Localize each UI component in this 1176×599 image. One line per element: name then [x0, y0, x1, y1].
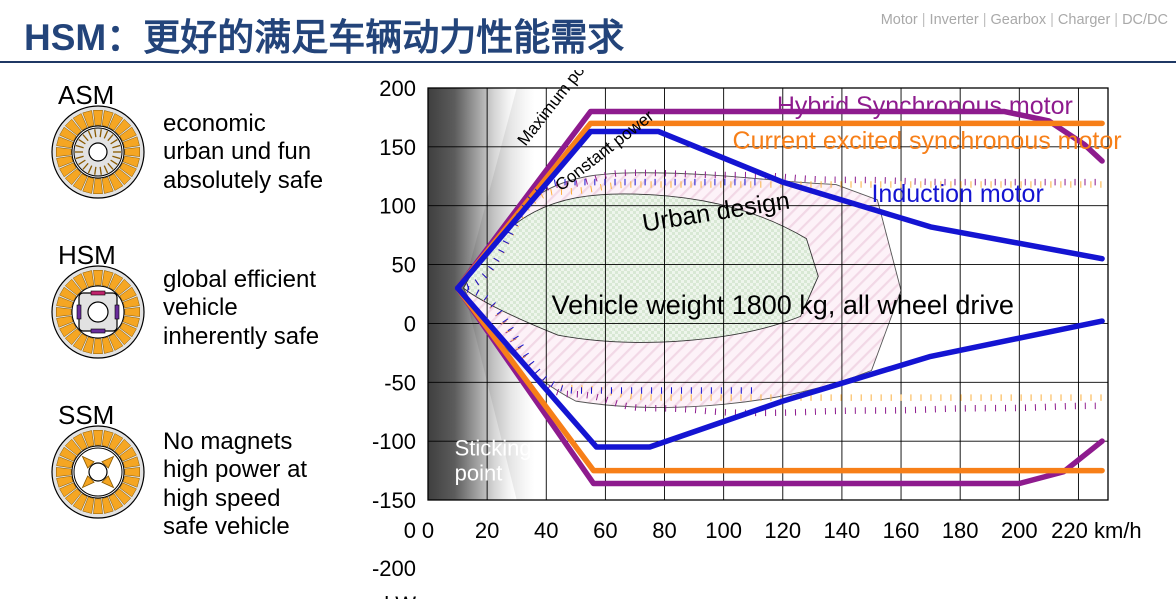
breadcrumb-item-dcdc[interactable]: DC/DC [1122, 12, 1168, 28]
legend-induction-motor[interactable]: Induction motor [871, 180, 1043, 208]
y-tick-0: 0 [404, 311, 416, 336]
breadcrumb-separator: | [921, 12, 926, 28]
breadcrumb-separator: | [1050, 12, 1054, 28]
axis-extra-label-1: -200 [372, 556, 416, 581]
y-tick-150: 150 [379, 135, 416, 160]
y-tick--50: -50 [384, 370, 416, 395]
asm-motor-icon [48, 102, 148, 202]
y-tick-200: 200 [379, 76, 416, 101]
x-tick-0: 0 [422, 518, 434, 543]
y-tick-100: 100 [379, 194, 416, 219]
legend-current-excited-synchronous-motor[interactable]: Current excited synchronous motor [733, 127, 1122, 155]
x-tick-120: 120 [764, 518, 801, 543]
breadcrumb-item-inverter[interactable]: Inverter [930, 12, 979, 28]
breadcrumb-item-gearbox[interactable]: Gearbox [991, 12, 1047, 28]
motor-description-ssm: No magnets high power at high speed safe… [163, 428, 308, 540]
x-tick-20: 20 [475, 518, 499, 543]
breadcrumb: Motor | Inverter | Gearbox | Charger | DC/DC [881, 12, 1168, 28]
x-tick-40: 40 [534, 518, 558, 543]
hsm-motor-icon [48, 262, 148, 362]
header-divider [0, 61, 1176, 63]
breadcrumb-separator: | [1114, 12, 1119, 28]
page-title: HSM：更好的满足车辆动力性能需求 [24, 17, 625, 58]
x-tick-100: 100 [705, 518, 742, 543]
breadcrumb-separator: | [982, 12, 987, 28]
axis-extra-label-0: 0 [404, 518, 416, 543]
x-tick-160: 160 [883, 518, 920, 543]
y-tick-50: 50 [392, 253, 416, 278]
x-tick-200: 200 [1001, 518, 1038, 543]
x-tick-60: 60 [593, 518, 617, 543]
motor-description-asm: economic urban und fun absolutely safe [163, 110, 324, 194]
legend-hybrid-synchronous-motor[interactable]: Hybrid Synchronous motor [777, 92, 1073, 120]
x-tick-220: 220 km/h [1051, 518, 1142, 543]
ssm-motor-icon [48, 422, 148, 522]
slide-header: HSM：更好的满足车辆动力性能需求 Motor | Inverter | Gearbox… [0, 0, 1176, 68]
x-tick-140: 140 [824, 518, 861, 543]
y-tick--100: -100 [372, 429, 416, 454]
y-tick--150: -150 [372, 488, 416, 513]
vehicle-weight-label: Vehicle weight 1800 kg, all wheel drive [552, 290, 1014, 320]
x-tick-80: 80 [652, 518, 676, 543]
x-tick-180: 180 [942, 518, 979, 543]
motor-description-hsm: global efficient vehicle inherently safe [163, 266, 320, 350]
breadcrumb-item-motor[interactable]: Motor [881, 12, 918, 28]
power-speed-chart: Maximum power Constant power Urban design V… [360, 70, 1176, 599]
axis-extra-label-2: kW [384, 592, 416, 599]
motor-type-list: ASM economic urban und fun absolutely saf… [0, 70, 360, 599]
breadcrumb-item-charger[interactable]: Charger [1058, 12, 1110, 28]
